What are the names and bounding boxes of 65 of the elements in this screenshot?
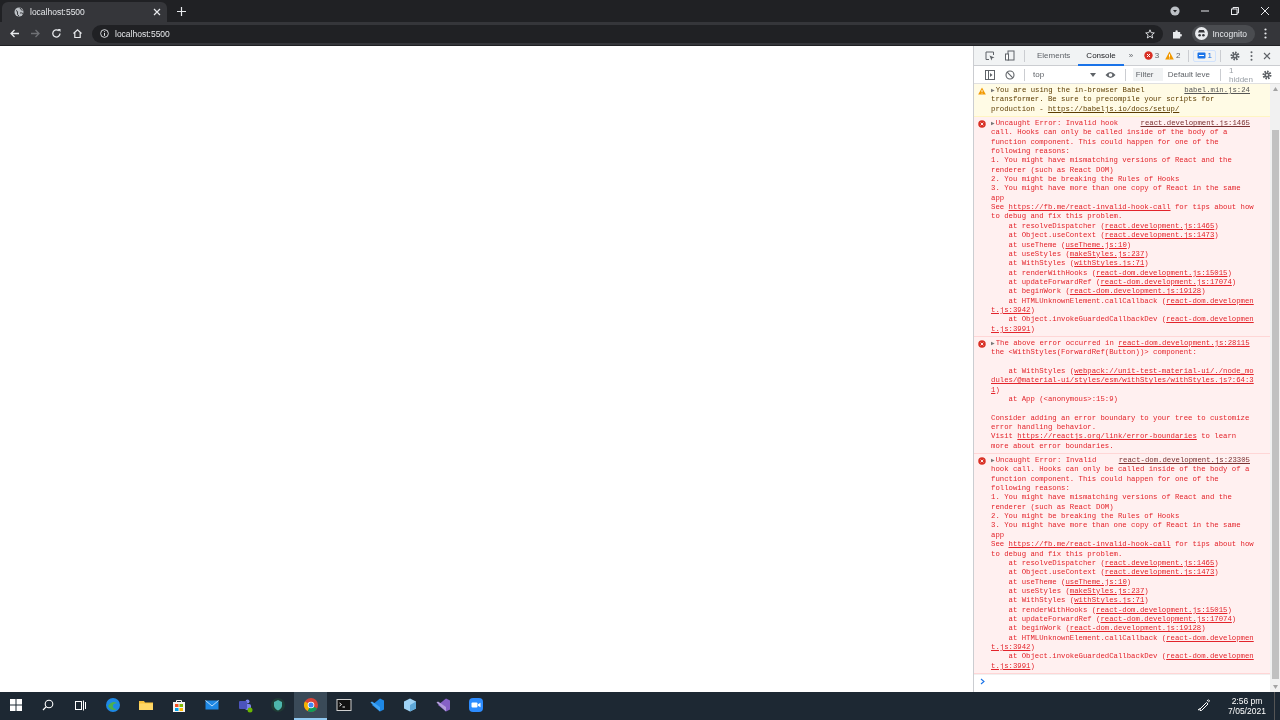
profile-button[interactable]: Incognito	[1191, 24, 1255, 43]
clock-time: 2:56 pm	[1231, 695, 1263, 706]
prompt-icon[interactable]	[980, 678, 985, 686]
error-icon	[978, 339, 986, 348]
more-vertical-icon	[1264, 28, 1267, 39]
sidebar-icon	[985, 69, 995, 80]
info-icon	[1196, 51, 1206, 60]
video-camera-icon	[467, 697, 484, 713]
settings-icon	[1230, 50, 1240, 61]
warning-icon	[978, 87, 986, 95]
downloads-icon	[1170, 6, 1180, 16]
close-icon[interactable]	[153, 8, 161, 16]
clear-icon	[1005, 69, 1015, 80]
wave-app-icon	[104, 697, 121, 713]
windows-icon	[10, 699, 22, 711]
warning-icon	[1165, 51, 1175, 60]
caret-icon	[1089, 72, 1096, 77]
error-icon	[978, 457, 986, 466]
reload-icon	[51, 28, 62, 39]
back-arrow-icon	[9, 28, 20, 39]
star-icon[interactable]	[1144, 28, 1155, 39]
incognito-icon	[1194, 27, 1208, 40]
task-view-icon	[74, 699, 86, 711]
error-count-badge[interactable]: 3	[1140, 46, 1163, 65]
eye-icon	[1104, 70, 1116, 79]
scrollbar-thumb[interactable]	[1271, 130, 1279, 679]
context-value: top	[1033, 70, 1045, 79]
pen-icon	[1198, 699, 1210, 711]
device-icon	[1005, 50, 1015, 61]
panel-tab[interactable]: Elements	[1029, 45, 1079, 66]
shopping-bag-icon	[170, 697, 187, 713]
shield-app-icon	[269, 697, 286, 713]
error-icon	[978, 120, 986, 129]
log-levels-dropdown[interactable]: Default leve	[1165, 65, 1216, 84]
home-icon	[72, 28, 83, 39]
mail-icon	[203, 697, 220, 713]
settings-icon	[1262, 69, 1272, 80]
forward-arrow-icon	[30, 28, 41, 39]
new-tab-icon[interactable]	[177, 7, 186, 16]
inspect-icon	[985, 50, 995, 61]
more-tabs-button[interactable]: »	[1123, 46, 1139, 65]
hidden-count: 1 hidden	[1227, 65, 1254, 84]
browser-tab[interactable]: localhost:5500	[2, 2, 167, 22]
info-count-badge[interactable]: 1	[1192, 49, 1216, 62]
panel-tab[interactable]: Console	[1078, 45, 1124, 66]
address-bar[interactable]: localhost:5500	[92, 24, 1163, 43]
warning-count-badge[interactable]: 2	[1162, 46, 1184, 65]
search-icon	[42, 699, 54, 711]
filter-field[interactable]: Filter	[1132, 68, 1163, 81]
browser-icon	[302, 697, 319, 713]
info-icon	[100, 29, 109, 38]
close-icon	[1260, 6, 1270, 16]
restore-icon	[1230, 6, 1240, 16]
terminal-icon	[335, 697, 352, 713]
infinity-app-icon	[434, 697, 451, 713]
clock-date: 7/05/2021	[1228, 705, 1266, 716]
people-app-icon	[236, 697, 253, 713]
close-icon	[1263, 51, 1271, 60]
puzzle-icon	[1172, 28, 1182, 39]
code-editor-icon	[368, 697, 385, 713]
more-vertical-icon	[1250, 50, 1253, 61]
cube-app-icon	[401, 697, 418, 713]
globe-icon	[14, 7, 24, 17]
error-icon	[1143, 51, 1153, 60]
context-dropdown[interactable]: top	[1029, 65, 1100, 84]
